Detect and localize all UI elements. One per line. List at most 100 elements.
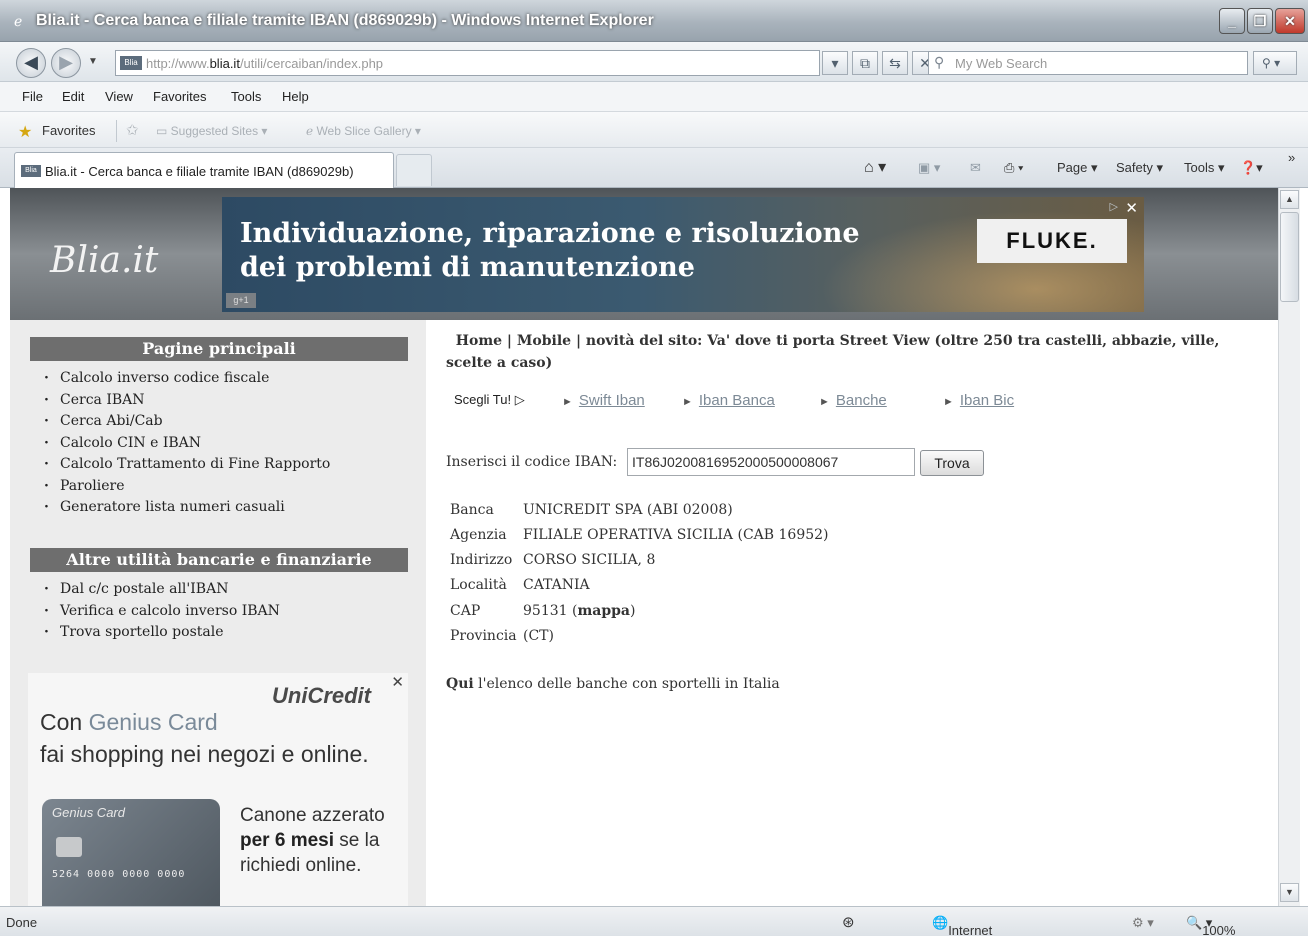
title-bar: ℯ Blia.it - Cerca banca e filiale tramit… xyxy=(0,0,1308,42)
nav-mobile-link[interactable]: Mobile xyxy=(517,333,571,349)
add-favorite-icon[interactable]: ✩ xyxy=(126,121,139,139)
vertical-scrollbar[interactable]: ▲ ▼ xyxy=(1278,188,1300,906)
url-field[interactable]: Blia http://www.blia.it/utili/cercaiban/… xyxy=(115,50,820,76)
protected-mode-icon[interactable]: ⚙ ▾ xyxy=(1132,915,1154,931)
new-tab-button[interactable] xyxy=(396,154,432,186)
web-slice-gallery-button[interactable]: ℯ Web Slice Gallery ▾ xyxy=(306,124,421,138)
iban-form: Inserisci il codice IBAN: Trova xyxy=(446,448,1006,478)
url-dropdown-icon[interactable]: ▾ xyxy=(822,51,848,75)
card-number: 5264 0000 0000 0000 xyxy=(52,869,186,880)
menu-view[interactable]: View xyxy=(105,89,133,104)
menu-bar: File Edit View Favorites Tools Help xyxy=(0,82,1308,112)
site-favicon: Blia xyxy=(120,56,142,70)
banner-brand-logo: FLUKE. xyxy=(977,219,1127,263)
iban-input[interactable] xyxy=(627,448,915,476)
qui-link[interactable]: Qui xyxy=(446,676,474,692)
search-button[interactable]: ⚲ ▾ xyxy=(1253,51,1297,75)
map-link[interactable]: mappa xyxy=(577,603,630,619)
home-icon[interactable]: ⌂ ▾ xyxy=(864,157,886,177)
scroll-up-icon[interactable]: ▲ xyxy=(1280,190,1299,209)
popup-blocker-icon[interactable]: ⊛ xyxy=(842,913,855,931)
tab-favicon: Blia xyxy=(21,165,41,177)
ad-line-2: fai shopping nei negozi e online. xyxy=(40,741,369,767)
menu-edit[interactable]: Edit xyxy=(62,89,84,104)
sidebar-link[interactable]: Calcolo inverso codice fiscale xyxy=(44,368,330,390)
sidebar-link[interactable]: Calcolo CIN e IBAN xyxy=(44,433,330,455)
banks-list-text: Qui l'elenco delle banche con sportelli … xyxy=(446,676,780,692)
sidebar-heading-other: Altre utilità bancarie e finanziarie xyxy=(30,548,408,572)
banner-headline: Individuazione, riparazione e risoluzion… xyxy=(240,218,860,283)
card-name: Genius Card xyxy=(52,805,125,820)
link-iban-bic[interactable]: ► Iban Bic xyxy=(943,392,1014,409)
read-mail-icon[interactable]: ✉ xyxy=(970,160,981,176)
divider xyxy=(116,120,117,142)
close-button[interactable]: ✕ xyxy=(1275,8,1305,34)
tab-active[interactable]: Blia Blia.it - Cerca banca e filiale tra… xyxy=(14,152,394,188)
scegli-label: Scegli Tu! ▷ xyxy=(454,392,525,407)
address-bar: ◀ ▶ ▼ Blia http://www.blia.it/utili/cerc… xyxy=(0,42,1308,82)
favorites-star-icon: ★ xyxy=(18,124,33,141)
back-button[interactable]: ◀ xyxy=(16,48,46,78)
trova-button[interactable]: Trova xyxy=(920,450,984,476)
ad-info-icon[interactable]: ▷ xyxy=(1110,200,1118,213)
forward-button[interactable]: ▶ xyxy=(51,48,81,78)
search-input[interactable]: ⚲ My Web Search xyxy=(928,51,1248,75)
overflow-icon[interactable]: » xyxy=(1288,150,1295,165)
sidebar-other-links: Dal c/c postale all'IBAN Verifica e calc… xyxy=(44,579,280,644)
credit-card-image: Genius Card 5264 0000 0000 0000 xyxy=(42,799,220,906)
ad-promo-text: Canone azzerato per 6 mesi se la richied… xyxy=(240,805,385,876)
scroll-down-icon[interactable]: ▼ xyxy=(1280,883,1299,902)
sidebar-link[interactable]: Paroliere xyxy=(44,476,330,498)
sidebar-link[interactable]: Cerca IBAN xyxy=(44,390,330,412)
main-content: Home | Mobile | novità del sito: Va' dov… xyxy=(446,320,1278,906)
refresh-icon[interactable]: ⇆ xyxy=(882,51,908,75)
ad-banner[interactable]: Individuazione, riparazione e risoluzion… xyxy=(222,197,1144,312)
menu-help[interactable]: Help xyxy=(282,89,309,104)
gplus-button[interactable]: g+1 xyxy=(226,293,256,308)
sidebar-link[interactable]: Verifica e calcolo inverso IBAN xyxy=(44,601,280,623)
zoom-level[interactable]: 🔍 100% ▾ xyxy=(1186,915,1235,936)
link-iban-banca[interactable]: ► Iban Banca xyxy=(682,392,775,409)
sidebar-ad[interactable]: UniCredit ✕ Con Genius Card fai shopping… xyxy=(28,673,408,906)
sidebar: Pagine principali Calcolo inverso codice… xyxy=(10,320,426,906)
sidebar-main-links: Calcolo inverso codice fiscale Cerca IBA… xyxy=(44,368,330,519)
ad-close-icon[interactable]: ✕ xyxy=(391,673,404,691)
window-title: Blia.it - Cerca banca e filiale tramite … xyxy=(36,12,654,29)
sidebar-link[interactable]: Cerca Abi/Cab xyxy=(44,411,330,433)
feeds-icon[interactable]: ▣ ▾ xyxy=(918,160,940,176)
menu-favorites[interactable]: Favorites xyxy=(153,89,206,104)
link-swift-iban[interactable]: ► Swift Iban xyxy=(562,392,645,409)
favorites-button[interactable]: Favorites xyxy=(42,123,95,138)
url-text: http://www.blia.it/utili/cercaiban/index… xyxy=(146,56,384,71)
minimize-button[interactable]: _ xyxy=(1219,8,1245,34)
compatibility-icon[interactable]: ⧉ xyxy=(852,51,878,75)
link-banche[interactable]: ► Banche xyxy=(819,392,887,409)
safety-menu[interactable]: Safety ▾ xyxy=(1116,160,1163,176)
iban-label: Inserisci il codice IBAN: xyxy=(446,454,618,470)
menu-tools[interactable]: Tools xyxy=(231,89,261,104)
status-text: Done xyxy=(6,915,38,930)
history-dropdown-icon[interactable]: ▼ xyxy=(88,56,98,67)
help-icon[interactable]: ❓▾ xyxy=(1240,160,1263,176)
site-header: Blia.it Individuazione, riparazione e ri… xyxy=(10,188,1278,320)
ad-close-icon[interactable]: ✕ xyxy=(1125,199,1138,217)
menu-file[interactable]: File xyxy=(22,89,43,104)
scroll-thumb[interactable] xyxy=(1280,212,1299,302)
status-bar: Done ⊛ 🌐 Internet ⚙ ▾ 🔍 100% ▾ xyxy=(0,906,1308,936)
page-menu[interactable]: Page ▾ xyxy=(1057,160,1098,176)
site-logo[interactable]: Blia.it xyxy=(50,240,158,281)
maximize-button[interactable]: ❐ xyxy=(1247,8,1273,34)
top-navigation: Home | Mobile | novità del sito: Va' dov… xyxy=(446,333,1220,371)
page-viewport: Blia.it Individuazione, riparazione e ri… xyxy=(10,188,1278,906)
print-icon[interactable]: ⎙ ▾ xyxy=(1004,160,1023,176)
sidebar-link[interactable]: Generatore lista numeri casuali xyxy=(44,497,330,519)
sidebar-link[interactable]: Calcolo Trattamento di Fine Rapporto xyxy=(44,454,330,476)
tools-menu[interactable]: Tools ▾ xyxy=(1184,160,1225,176)
sidebar-heading-main: Pagine principali xyxy=(30,337,408,361)
nav-home-link[interactable]: Home xyxy=(456,333,502,349)
tab-bar: Blia Blia.it - Cerca banca e filiale tra… xyxy=(0,148,1308,188)
sidebar-link[interactable]: Trova sportello postale xyxy=(44,622,280,644)
ad-line-1: Con Genius Card xyxy=(40,709,218,735)
suggested-sites-button[interactable]: ▭ Suggested Sites ▾ xyxy=(156,124,267,138)
sidebar-link[interactable]: Dal c/c postale all'IBAN xyxy=(44,579,280,601)
